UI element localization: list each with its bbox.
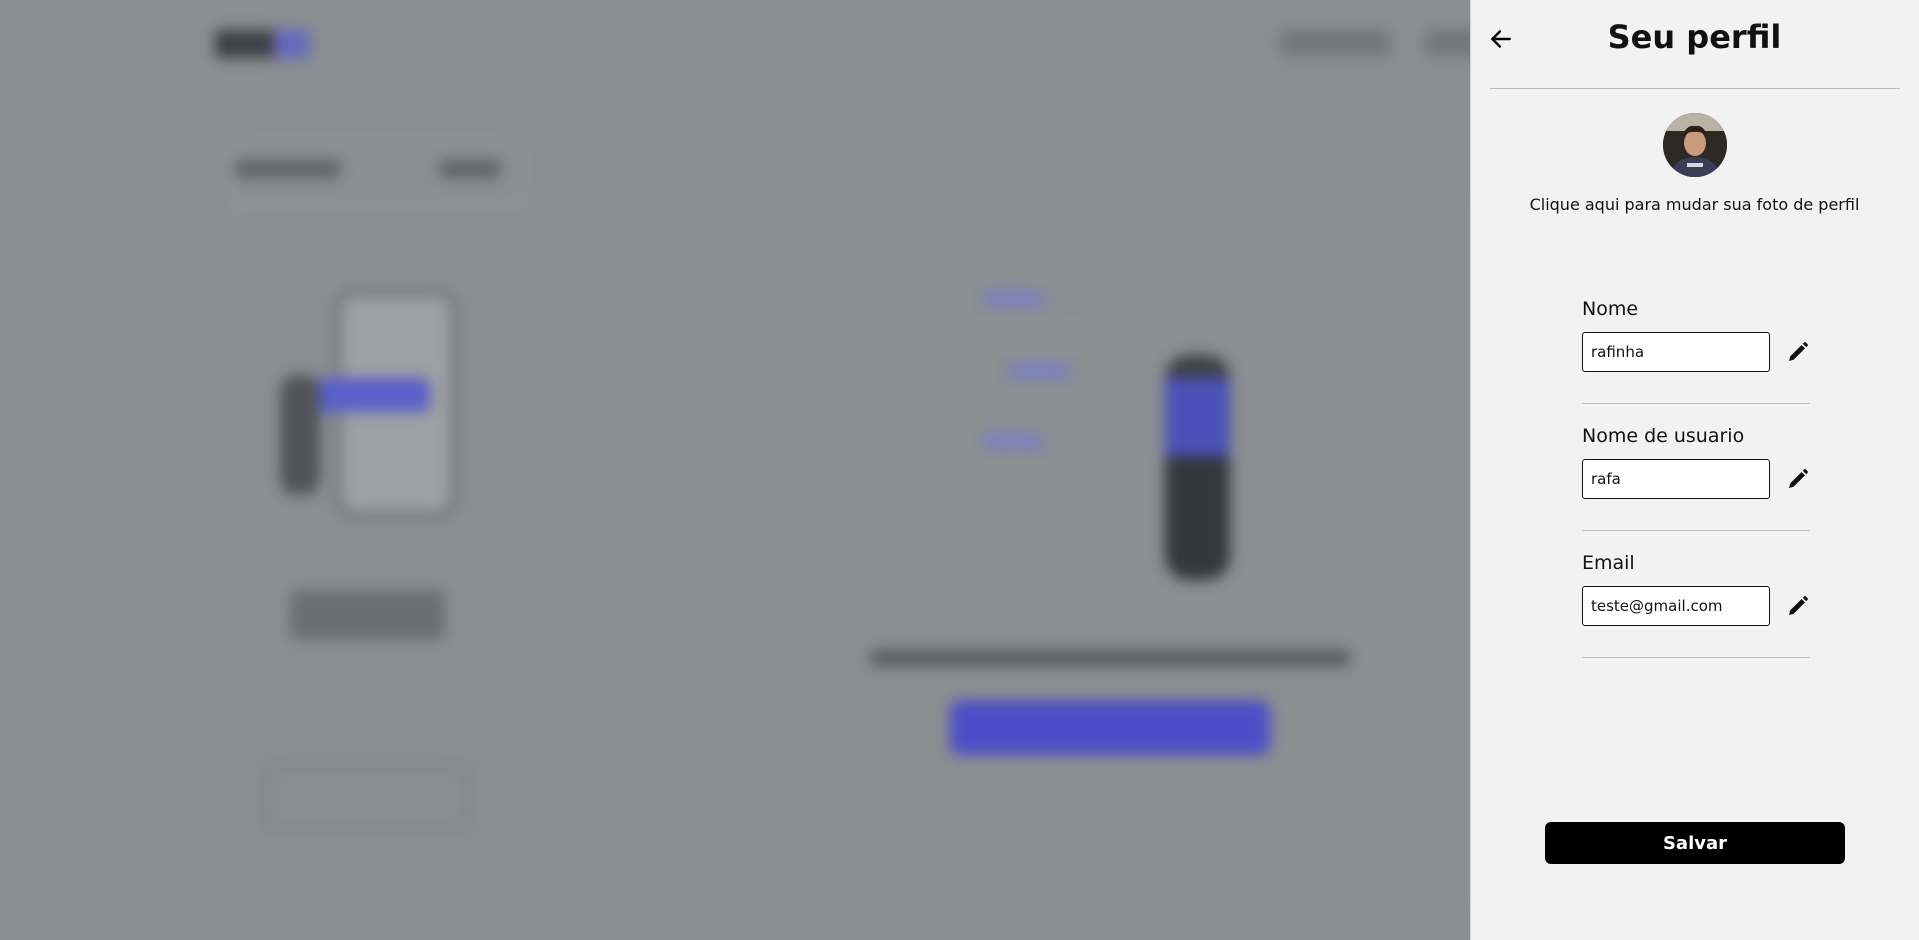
change-photo-link[interactable]: Clique aqui para mudar sua foto de perfi… bbox=[1470, 195, 1919, 214]
person-illustration-small bbox=[280, 375, 320, 495]
tab-label-blurred bbox=[235, 160, 340, 178]
edit-name-button[interactable] bbox=[1786, 340, 1812, 366]
title-divider bbox=[1490, 88, 1900, 89]
panel-title: Seu perfil bbox=[1607, 18, 1782, 56]
pencil-icon bbox=[1789, 469, 1808, 488]
edit-email-button[interactable] bbox=[1786, 594, 1812, 620]
chip-blurred bbox=[960, 272, 1104, 326]
username-input[interactable] bbox=[1582, 459, 1770, 499]
chip-blurred bbox=[960, 415, 1104, 469]
email-input[interactable] bbox=[1582, 586, 1770, 626]
name-input[interactable] bbox=[1582, 332, 1770, 372]
cta-button-blurred bbox=[950, 700, 1270, 755]
field-divider bbox=[1582, 530, 1810, 531]
email-label: Email bbox=[1582, 552, 1635, 574]
caption-blurred bbox=[290, 590, 445, 640]
button-blurred bbox=[265, 765, 469, 829]
pencil-icon bbox=[1789, 342, 1808, 361]
chip-blurred bbox=[985, 345, 1129, 399]
app-logo bbox=[215, 30, 310, 58]
field-divider bbox=[1582, 403, 1810, 404]
pencil-icon bbox=[1789, 596, 1808, 615]
background-app-blurred bbox=[0, 0, 1470, 940]
nav-item-blurred bbox=[1425, 30, 1470, 56]
text-blurred bbox=[870, 650, 1350, 666]
nav-item-blurred bbox=[1280, 30, 1390, 56]
phone-illustration-bar bbox=[318, 378, 430, 412]
avatar[interactable] bbox=[1663, 113, 1727, 177]
background-app-overlay bbox=[0, 0, 1470, 940]
tab-label-blurred bbox=[440, 160, 500, 178]
save-button[interactable]: Salvar bbox=[1545, 822, 1845, 864]
field-divider bbox=[1582, 657, 1810, 658]
avatar-photo bbox=[1663, 113, 1727, 177]
username-label: Nome de usuario bbox=[1582, 425, 1745, 447]
person-illustration-large bbox=[1165, 355, 1230, 580]
edit-username-button[interactable] bbox=[1786, 467, 1812, 493]
name-label: Nome bbox=[1582, 298, 1639, 320]
